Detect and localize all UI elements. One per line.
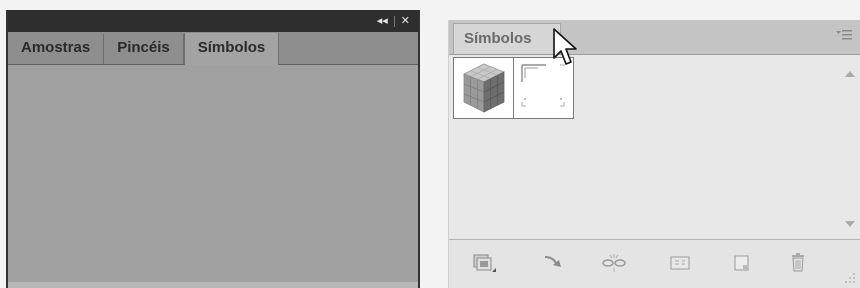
left-tab-strip: Amostras Pincéis Símbolos	[8, 32, 418, 65]
symbol-grid	[453, 57, 574, 119]
collapse-icon[interactable]: ◂◂	[377, 14, 388, 28]
cube-symbol-icon	[463, 63, 505, 113]
tab-pinceis[interactable]: Pincéis	[104, 34, 184, 64]
new-symbol-icon[interactable]	[729, 250, 755, 276]
left-symbols-panel: ◂◂ ✕ Amostras Pincéis Símbolos	[6, 10, 420, 288]
tab-simbolos[interactable]: Símbolos	[183, 33, 280, 65]
titlebar-divider	[393, 15, 395, 27]
tab-simbolos-floating[interactable]: Símbolos	[453, 23, 561, 54]
symbols-toolbar	[449, 240, 860, 288]
scroll-down-icon[interactable]	[845, 221, 855, 227]
titlebar-controls: ◂◂ ✕	[377, 14, 410, 28]
symbol-options-icon[interactable]	[667, 250, 693, 276]
close-icon[interactable]: ✕	[401, 14, 410, 28]
delete-symbol-icon[interactable]	[785, 250, 811, 276]
frame-symbol-icon	[521, 64, 565, 107]
place-symbol-instance-icon[interactable]	[541, 250, 567, 276]
left-panel-footer	[8, 282, 418, 288]
resize-grip-icon[interactable]	[844, 272, 856, 284]
symbol-item-cube[interactable]	[453, 57, 514, 119]
symbols-list-area	[449, 55, 860, 240]
panel-titlebar[interactable]: ◂◂ ✕	[8, 10, 418, 32]
scroll-up-icon[interactable]	[845, 71, 855, 77]
break-link-icon[interactable]	[601, 250, 627, 276]
symbol-item-frame[interactable]	[513, 57, 574, 119]
tab-amostras[interactable]: Amostras	[8, 34, 105, 64]
right-symbols-panel: Símbolos	[448, 20, 860, 288]
left-panel-content	[8, 65, 418, 288]
right-tab-bar[interactable]: Símbolos	[449, 20, 860, 55]
panel-menu-icon[interactable]	[836, 28, 852, 42]
vertical-scrollbar[interactable]	[840, 55, 860, 239]
symbol-library-menu-icon[interactable]	[471, 250, 497, 276]
